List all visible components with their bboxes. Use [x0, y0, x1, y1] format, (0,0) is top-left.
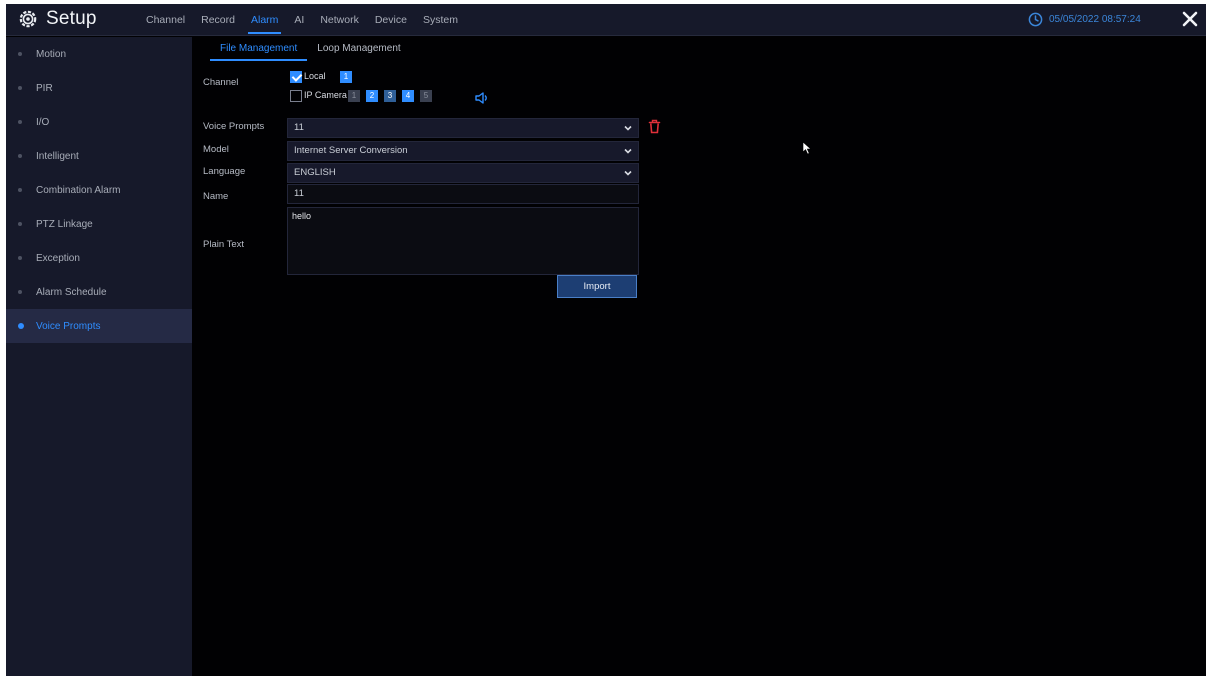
clock-icon	[1028, 12, 1043, 27]
ip-channel-5[interactable]: 5	[420, 90, 432, 102]
voice-prompts-select[interactable]: 11	[287, 118, 639, 138]
language-select[interactable]: ENGLISH	[287, 163, 639, 183]
sidebar-item-voice-prompts[interactable]: Voice Prompts	[6, 309, 192, 343]
sidebar-item-label: PTZ Linkage	[36, 218, 93, 230]
sidebar-item-combination-alarm[interactable]: Combination Alarm	[6, 173, 192, 207]
main-tabs: Channel Record Alarm AI Network Device S…	[138, 4, 466, 36]
model-value: Internet Server Conversion	[294, 145, 408, 156]
ip-channel-2[interactable]: 2	[366, 90, 378, 102]
sidebar-item-io[interactable]: I/O	[6, 105, 192, 139]
tab-ai[interactable]: AI	[286, 4, 312, 36]
tab-channel[interactable]: Channel	[138, 4, 193, 36]
bullet-icon	[18, 256, 22, 260]
speaker-icon[interactable]	[474, 92, 490, 104]
ip-camera-checkbox[interactable]	[290, 90, 302, 102]
sidebar-item-motion[interactable]: Motion	[6, 37, 192, 71]
trash-icon[interactable]	[648, 119, 661, 134]
sub-tabs: File Management Loop Management	[210, 39, 411, 61]
sidebar-item-exception[interactable]: Exception	[6, 241, 192, 275]
chevron-down-icon	[624, 170, 632, 176]
name-input[interactable]: 11	[287, 184, 639, 204]
bullet-icon	[18, 52, 22, 56]
sidebar-item-ptz-linkage[interactable]: PTZ Linkage	[6, 207, 192, 241]
plain-text-area[interactable]: hello	[287, 207, 639, 275]
bullet-icon	[18, 154, 22, 158]
tab-record[interactable]: Record	[193, 4, 243, 36]
channel-label: Channel	[203, 77, 239, 88]
language-value: ENGLISH	[294, 167, 336, 178]
datetime-display: 05/05/2022 08:57:24	[1028, 12, 1141, 27]
ip-channel-4[interactable]: 4	[402, 90, 414, 102]
datetime-text: 05/05/2022 08:57:24	[1049, 14, 1141, 25]
sidebar-item-label: Motion	[36, 48, 67, 60]
sidebar-item-intelligent[interactable]: Intelligent	[6, 139, 192, 173]
sidebar-item-label: I/O	[36, 116, 50, 128]
voice-prompts-label: Voice Prompts	[203, 121, 265, 132]
plain-text-label: Plain Text	[203, 239, 245, 250]
sidebar-item-pir[interactable]: PIR	[6, 71, 192, 105]
name-value: 11	[294, 188, 304, 199]
voice-prompts-value: 11	[294, 122, 304, 133]
brand: Setup	[18, 8, 97, 30]
sidebar-item-alarm-schedule[interactable]: Alarm Schedule	[6, 275, 192, 309]
sidebar-item-label: Intelligent	[36, 150, 79, 162]
bullet-icon	[18, 86, 22, 90]
ip-channel-3[interactable]: 3	[384, 90, 396, 102]
close-icon[interactable]	[1179, 8, 1201, 30]
mouse-cursor-icon	[802, 141, 812, 155]
bullet-icon	[18, 120, 22, 124]
tab-file-management[interactable]: File Management	[210, 39, 308, 61]
local-label: Local	[304, 71, 326, 81]
sidebar-item-label: Combination Alarm	[36, 184, 121, 196]
sidebar-item-label: Alarm Schedule	[36, 286, 107, 298]
top-bar: Setup Channel Record Alarm AI Network De…	[6, 4, 1206, 36]
bullet-icon	[18, 290, 22, 294]
tab-system[interactable]: System	[415, 4, 466, 36]
ip-channel-1[interactable]: 1	[348, 90, 360, 102]
bullet-icon	[18, 188, 22, 192]
language-label: Language	[203, 166, 246, 177]
model-label: Model	[203, 144, 229, 155]
gear-icon	[19, 10, 37, 28]
tab-device[interactable]: Device	[367, 4, 415, 36]
model-select[interactable]: Internet Server Conversion	[287, 141, 639, 161]
import-button[interactable]: Import	[557, 275, 637, 298]
tab-alarm[interactable]: Alarm	[243, 4, 286, 36]
local-checkbox[interactable]	[290, 71, 302, 83]
tab-network[interactable]: Network	[312, 4, 367, 36]
sidebar: Motion PIR I/O Intelligent Combination A…	[6, 37, 192, 676]
chevron-down-icon	[624, 148, 632, 154]
ip-camera-label: IP Camera	[304, 90, 347, 100]
bullet-icon	[18, 323, 24, 329]
page-title: Setup	[46, 8, 97, 29]
chevron-down-icon	[624, 125, 632, 131]
sidebar-item-label: Voice Prompts	[36, 320, 101, 332]
bullet-icon	[18, 222, 22, 226]
setup-window: Setup Channel Record Alarm AI Network De…	[6, 4, 1206, 676]
sidebar-item-label: Exception	[36, 252, 80, 264]
tab-loop-management[interactable]: Loop Management	[307, 39, 410, 61]
sidebar-item-label: PIR	[36, 82, 53, 94]
name-label: Name	[203, 191, 229, 202]
plain-text-value: hello	[292, 211, 312, 221]
local-channel-1[interactable]: 1	[340, 71, 352, 83]
